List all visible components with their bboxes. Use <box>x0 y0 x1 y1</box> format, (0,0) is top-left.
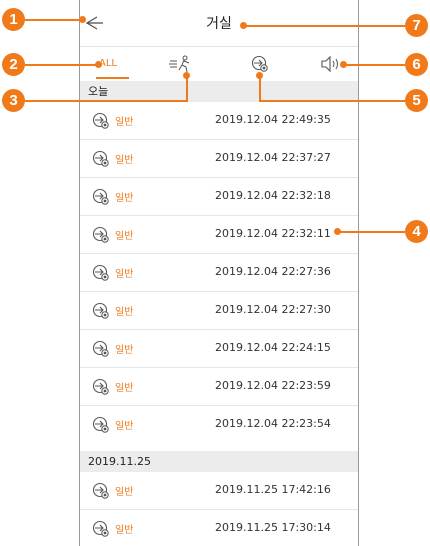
page-title: 거실 <box>206 16 232 32</box>
general-event-icon <box>92 340 109 357</box>
general-event-icon <box>92 482 109 499</box>
motion-event-icon <box>169 55 190 72</box>
general-event-icon <box>92 378 109 395</box>
filter-tabs: ALL <box>80 47 358 80</box>
list-item[interactable]: 일반 2019.11.25 17:30:14 <box>80 510 358 546</box>
callout-2: 2 <box>2 53 25 76</box>
callout-3: 3 <box>2 89 25 112</box>
event-type-label: 일반 <box>115 345 134 356</box>
callout-6-leader <box>344 64 405 66</box>
callout-6: 6 <box>405 53 428 76</box>
event-timestamp: 2019.12.04 22:32:18 <box>215 189 331 202</box>
callout-3-dot <box>183 72 190 79</box>
callout-4-leader <box>338 231 405 233</box>
event-timestamp: 2019.12.04 22:49:35 <box>215 113 331 126</box>
event-type-label: 일반 <box>115 383 134 394</box>
callout-2-dot <box>95 61 102 68</box>
callout-7-dot <box>240 22 247 29</box>
callout-1-dot <box>79 16 86 23</box>
list-item[interactable]: 일반 2019.11.25 17:42:16 <box>80 472 358 510</box>
callout-4: 4 <box>405 220 428 243</box>
event-timestamp: 2019.11.25 17:30:14 <box>215 521 331 534</box>
tab-motion[interactable] <box>164 47 200 80</box>
header-bar: 거실 <box>80 0 358 47</box>
event-type-label: 일반 <box>115 487 134 498</box>
callout-5-dot <box>256 72 263 79</box>
list-item[interactable]: 일반 2019.12.04 22:32:18 <box>80 178 358 216</box>
callout-7-leader <box>244 25 405 27</box>
app-screen: 거실 ALL 오늘 일반 2019.12.04 22:49:35 일반 2019… <box>79 0 359 546</box>
general-event-icon <box>251 55 268 72</box>
list-item[interactable]: 일반 2019.12.04 22:37:27 <box>80 140 358 178</box>
callout-5: 5 <box>405 89 428 112</box>
general-event-icon <box>92 188 109 205</box>
general-event-icon <box>92 112 109 129</box>
callout-4-dot <box>334 228 341 235</box>
callout-6-dot <box>340 61 347 68</box>
tab-all-underline <box>96 77 129 79</box>
event-type-label: 일반 <box>115 155 134 166</box>
callout-1-leader <box>25 19 81 21</box>
event-timestamp: 2019.11.25 17:42:16 <box>215 483 331 496</box>
list-item[interactable]: 일반 2019.12.04 22:24:15 <box>80 330 358 368</box>
list-item[interactable]: 일반 2019.12.04 22:32:11 <box>80 216 358 254</box>
general-event-icon <box>92 264 109 281</box>
event-type-label: 일반 <box>115 193 134 204</box>
event-type-label: 일반 <box>115 269 134 280</box>
callout-5-leader-h <box>260 100 405 102</box>
general-event-icon <box>92 302 109 319</box>
event-timestamp: 2019.12.04 22:27:36 <box>215 265 331 278</box>
event-type-label: 일반 <box>115 421 134 432</box>
section-header-today: 오늘 <box>80 81 358 102</box>
sound-event-icon <box>321 55 338 72</box>
event-timestamp: 2019.12.04 22:37:27 <box>215 151 331 164</box>
general-event-icon <box>92 150 109 167</box>
list-item[interactable]: 일반 2019.12.04 22:23:59 <box>80 368 358 406</box>
callout-3-leader-h <box>25 100 187 102</box>
list-item[interactable]: 일반 2019.12.04 22:27:36 <box>80 254 358 292</box>
list-item[interactable]: 일반 2019.12.04 22:49:35 <box>80 102 358 140</box>
list-item[interactable]: 일반 2019.12.04 22:27:30 <box>80 292 358 330</box>
event-type-label: 일반 <box>115 117 134 128</box>
event-timestamp: 2019.12.04 22:24:15 <box>215 341 331 354</box>
event-timestamp: 2019.12.04 22:23:54 <box>215 417 331 430</box>
event-timestamp: 2019.12.04 22:23:59 <box>215 379 331 392</box>
general-event-icon <box>92 416 109 433</box>
event-type-label: 일반 <box>115 525 134 536</box>
event-timestamp: 2019.12.04 22:32:11 <box>215 227 331 240</box>
event-type-label: 일반 <box>115 231 134 242</box>
general-event-icon <box>92 520 109 537</box>
callout-1: 1 <box>2 8 25 31</box>
list-item[interactable]: 일반 2019.12.04 22:23:54 <box>80 406 358 444</box>
section-header-date: 2019.11.25 <box>80 451 358 472</box>
callout-7: 7 <box>405 14 428 37</box>
general-event-icon <box>92 226 109 243</box>
event-type-label: 일반 <box>115 307 134 318</box>
event-timestamp: 2019.12.04 22:27:30 <box>215 303 331 316</box>
callout-2-leader <box>25 64 97 66</box>
